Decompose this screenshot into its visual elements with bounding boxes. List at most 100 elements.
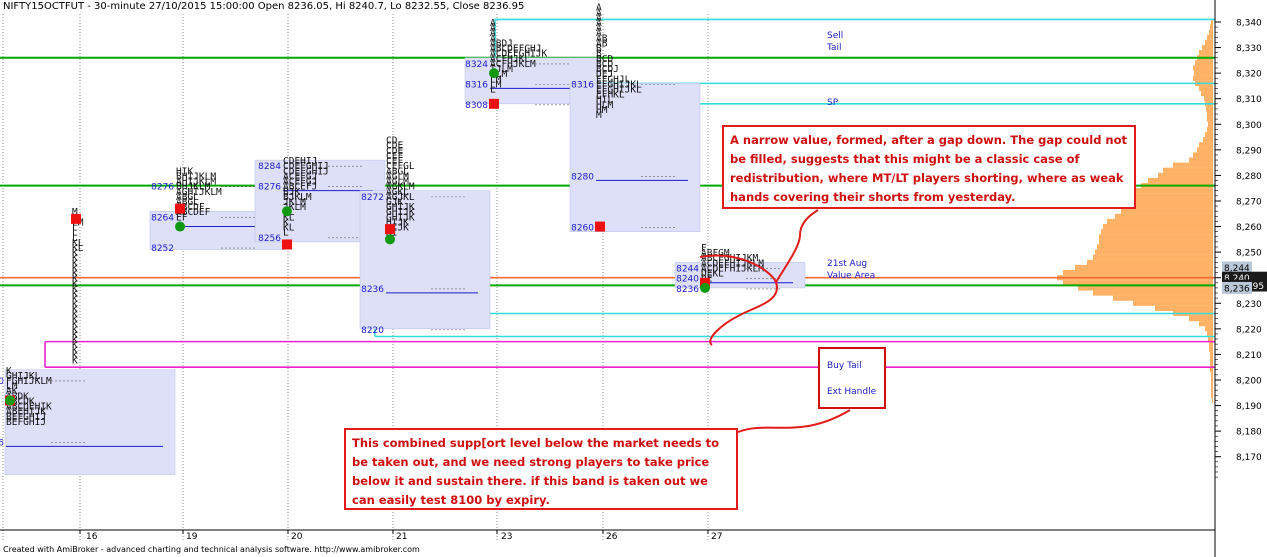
- sell-tail-label: Sell Tail: [827, 31, 844, 53]
- date-tick-label: 23: [501, 532, 512, 542]
- volume-bar: [1193, 65, 1213, 71]
- date-tick-label: 26: [606, 532, 618, 542]
- price-tick-label: 8,250: [1236, 249, 1262, 259]
- volume-bar: [1107, 218, 1213, 225]
- value-area-label: 21st Aug Value Area: [827, 259, 876, 281]
- ext-handle-label: Ext Handle: [827, 387, 877, 397]
- date-tick-label: 20: [291, 532, 303, 542]
- profile-day-16: KGHIJKLFGHIJKLMLMAKABDKABCDKABCDEHIKABEH…: [0, 366, 176, 475]
- volume-bar: [1211, 382, 1213, 388]
- volume-bar: [1199, 142, 1213, 148]
- price-tick-label: 8,220: [1236, 325, 1262, 335]
- note-bottom: This combined supp[ort level below the m…: [344, 428, 738, 510]
- volume-bar: [1163, 167, 1213, 173]
- tpo-row: L: [283, 228, 289, 239]
- price-tick-label: 8,180: [1236, 428, 1262, 438]
- volume-bar: [1155, 305, 1213, 311]
- open-marker: [489, 98, 499, 109]
- volume-bar: [1194, 70, 1213, 76]
- volume-bar: [1202, 44, 1213, 51]
- volume-bar: [1133, 300, 1213, 306]
- close-marker: [282, 206, 292, 217]
- price-tick-label: 8,300: [1236, 121, 1262, 131]
- tpo-row: L: [490, 84, 496, 95]
- volume-bar: [1113, 295, 1213, 301]
- volume-bar: [1193, 152, 1213, 158]
- volume-bar: [1148, 177, 1213, 184]
- open-marker: [595, 221, 605, 232]
- price-tick-label: 8,270: [1236, 197, 1262, 207]
- profile-day-27: FABFGMABCFGHIJKMACDEFHIJKLMACDEFHIJKLMDE…: [674, 243, 806, 295]
- volume-bar: [1095, 249, 1213, 255]
- volume-bar: [1210, 351, 1213, 358]
- level-label: 8236: [676, 285, 699, 295]
- volume-bar: [1129, 193, 1213, 199]
- profile-day-16b: MMLMLLLKLKLKKKKKKKKKKKKKKKKKKKKKK: [71, 207, 84, 367]
- level-label: 8280: [571, 172, 594, 182]
- level-label: 8244: [676, 264, 699, 274]
- volume-bar: [1205, 131, 1213, 138]
- volume-bar: [1209, 346, 1213, 352]
- date-tick-label: 27: [711, 532, 722, 542]
- sp-label: SP: [827, 98, 839, 108]
- level-label: 8176: [0, 438, 4, 448]
- price-tick-label: 8,340: [1236, 19, 1262, 29]
- volume-bar: [1099, 239, 1213, 245]
- date-tick-label: 19: [186, 532, 198, 542]
- volume-bar: [1099, 234, 1213, 240]
- chart-title: NIFTY15OCTFUT - 30-minute 27/10/2015 15:…: [3, 1, 525, 12]
- volume-bar: [1207, 34, 1213, 40]
- value-area-box: [359, 190, 491, 330]
- buy-tail-box: [818, 347, 886, 409]
- volume-bar: [1115, 213, 1213, 219]
- volume-bar: [1207, 126, 1213, 132]
- volume-bar: [1195, 60, 1213, 66]
- price-tag-label: 8,236: [1224, 284, 1250, 294]
- tpo-row: K: [72, 356, 78, 367]
- volume-bar: [1063, 269, 1213, 276]
- tpo-row: EF: [176, 212, 188, 223]
- level-label: 8276: [151, 183, 174, 193]
- date-tick-label: 21: [396, 532, 407, 542]
- close-marker: [700, 282, 710, 293]
- volume-bar: [1211, 372, 1213, 378]
- price-tick-label: 8,200: [1236, 376, 1262, 386]
- open-marker: [385, 224, 395, 235]
- price-tick-label: 8,260: [1236, 223, 1262, 233]
- volume-bar: [1103, 223, 1213, 230]
- volume-bar: [1193, 75, 1213, 81]
- volume-bar: [1209, 29, 1213, 35]
- volume-bar: [1205, 326, 1213, 332]
- close-marker: [175, 221, 185, 232]
- volume-bar: [1087, 259, 1213, 265]
- close-marker: [489, 68, 499, 79]
- level-label: 8264: [151, 213, 174, 223]
- volume-bar: [1210, 356, 1213, 363]
- level-label: 8200: [0, 377, 4, 387]
- buy-tail-label: Buy Tail: [827, 361, 862, 371]
- footer-credit: Created with AmiBroker - advanced charti…: [3, 545, 420, 554]
- price-tick-label: 8,280: [1236, 172, 1262, 182]
- volume-bar: [1210, 24, 1213, 30]
- price-tick-label: 8,210: [1236, 351, 1262, 361]
- volume-bar: [1206, 106, 1213, 112]
- volume-bar: [1093, 290, 1213, 296]
- volume-bar: [1212, 397, 1213, 404]
- volume-bar: [1121, 208, 1213, 214]
- volume-bar: [1205, 39, 1213, 46]
- price-axis: 8,1708,1808,1908,2008,2108,2208,2308,240…: [1214, 0, 1267, 557]
- profile-day-26: AAAAAAABABBBBCDBCDBCDJDEJEFGHJLEFGHIJKLE…: [569, 3, 701, 234]
- volume-bar: [1199, 321, 1213, 327]
- volume-bar: [1199, 85, 1213, 92]
- level-label: 8260: [571, 224, 594, 234]
- open-marker: [282, 239, 292, 250]
- volume-bar: [1208, 121, 1213, 127]
- price-tick-label: 8,190: [1236, 402, 1262, 412]
- date-axis: 16 19 20 21 23 26 27: [0, 529, 1215, 542]
- volume-bar: [1189, 316, 1213, 322]
- tpo-profiles: KGHIJKLFGHIJKLMLMAKABDKABCDKABCDEHIKABEH…: [0, 3, 806, 475]
- volume-bar: [1197, 147, 1213, 153]
- close-marker: [385, 234, 395, 245]
- level-label: 8276: [258, 183, 281, 193]
- volume-bar: [1133, 188, 1213, 194]
